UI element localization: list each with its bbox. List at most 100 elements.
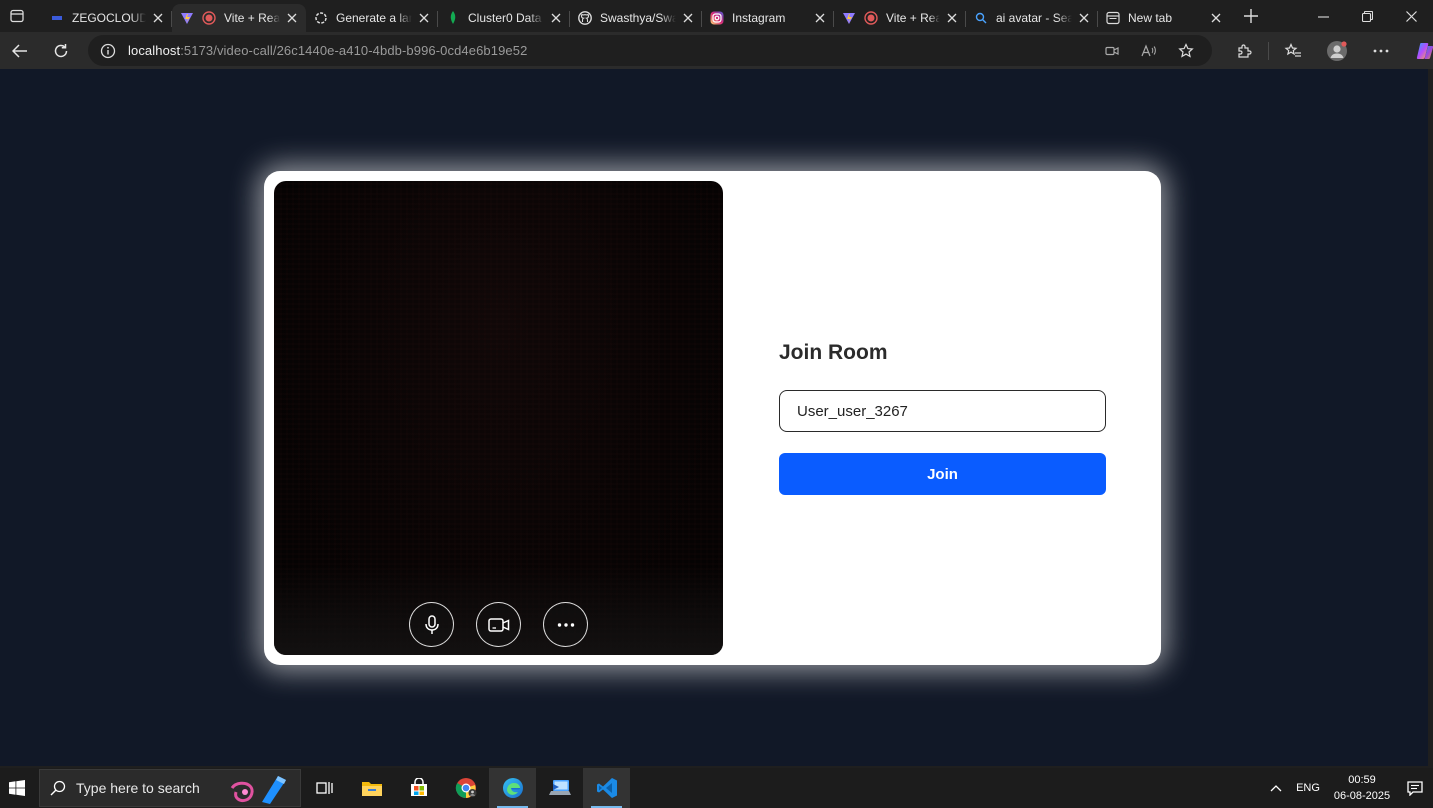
star-icon bbox=[1177, 42, 1194, 58]
github-icon bbox=[578, 10, 592, 25]
tab-generate[interactable]: Generate a lan bbox=[306, 4, 438, 32]
page-viewport: Join Room Join bbox=[0, 69, 1428, 766]
close-icon[interactable] bbox=[416, 10, 432, 26]
close-icon[interactable] bbox=[812, 10, 828, 26]
join-button[interactable]: Join bbox=[779, 453, 1106, 495]
edge-icon bbox=[502, 778, 523, 798]
start-button[interactable] bbox=[0, 768, 34, 808]
copilot-button[interactable] bbox=[1403, 32, 1433, 69]
video-camera-icon bbox=[1104, 46, 1119, 55]
task-view-icon bbox=[315, 782, 333, 794]
tab-new-tab[interactable]: New tab bbox=[1098, 4, 1230, 32]
search-icon bbox=[974, 11, 988, 25]
favorite-star-button[interactable] bbox=[1167, 35, 1204, 66]
folder-icon bbox=[361, 782, 382, 796]
tab-zegocloud[interactable]: ZEGOCLOUD C bbox=[42, 4, 172, 32]
close-icon bbox=[1405, 10, 1417, 22]
tab-title: ai avatar - Sear bbox=[996, 10, 1072, 25]
store-icon bbox=[410, 778, 427, 796]
file-explorer-button[interactable] bbox=[348, 768, 395, 808]
close-icon[interactable] bbox=[150, 10, 166, 26]
notifications-button[interactable] bbox=[1397, 780, 1433, 796]
tab-cluster0[interactable]: Cluster0 Data | bbox=[438, 4, 570, 32]
site-info-button[interactable] bbox=[88, 43, 128, 59]
tab-title: Swasthya/Swas bbox=[600, 10, 676, 25]
vite-icon bbox=[842, 11, 856, 25]
camera-permission-button[interactable] bbox=[1093, 35, 1130, 66]
camera-button[interactable] bbox=[476, 602, 521, 647]
avatar bbox=[1327, 40, 1347, 61]
tab-title: Generate a lan bbox=[336, 10, 412, 25]
remote-desktop-icon bbox=[548, 780, 571, 795]
new-tab-button[interactable] bbox=[1236, 1, 1266, 31]
camera-preview bbox=[274, 181, 723, 655]
join-room-title: Join Room bbox=[779, 341, 888, 364]
close-icon[interactable] bbox=[1076, 10, 1092, 26]
task-view-button[interactable] bbox=[301, 768, 348, 808]
restore-icon bbox=[1361, 10, 1373, 22]
extensions-button[interactable] bbox=[1222, 32, 1266, 69]
chrome-icon bbox=[455, 778, 476, 799]
tab-actions-icon bbox=[10, 9, 24, 23]
microphone-button[interactable] bbox=[409, 602, 454, 647]
toolbar-right bbox=[1222, 32, 1433, 69]
url-host: localhost bbox=[128, 43, 181, 58]
more-options-button[interactable] bbox=[543, 602, 588, 647]
clock[interactable]: 00:59 06-08-2025 bbox=[1327, 772, 1397, 804]
close-icon[interactable] bbox=[548, 10, 564, 26]
tab-title: Instagram bbox=[732, 10, 786, 25]
username-input[interactable] bbox=[779, 390, 1106, 432]
search-highlight-icon bbox=[230, 776, 286, 804]
recording-icon bbox=[864, 10, 878, 25]
microsoft-store-button[interactable] bbox=[395, 768, 442, 808]
close-window-button[interactable] bbox=[1389, 0, 1433, 32]
zego-icon bbox=[50, 11, 64, 25]
tab-title: Vite + Rea bbox=[224, 10, 280, 25]
tab-instagram[interactable]: Instagram bbox=[702, 4, 834, 32]
url-path: :5173/video-call/26c1440e-a410-4bdb-b996… bbox=[180, 43, 528, 58]
close-icon[interactable] bbox=[680, 10, 696, 26]
settings-more-button[interactable] bbox=[1359, 32, 1403, 69]
copilot-icon bbox=[1416, 42, 1433, 59]
read-aloud-button[interactable] bbox=[1130, 35, 1167, 66]
favorites-button[interactable] bbox=[1271, 32, 1315, 69]
read-aloud-icon bbox=[1140, 43, 1156, 56]
close-icon[interactable] bbox=[284, 10, 300, 26]
browser-toolbar: localhost:5173/video-call/26c1440e-a410-… bbox=[0, 32, 1433, 69]
show-hidden-icons-button[interactable] bbox=[1263, 784, 1289, 792]
tab-vite-active[interactable]: Vite + Rea bbox=[172, 3, 306, 32]
close-icon[interactable] bbox=[1208, 10, 1224, 26]
tab-vite-2[interactable]: Vite + Rea bbox=[834, 4, 966, 32]
address-bar[interactable]: localhost:5173/video-call/26c1440e-a410-… bbox=[88, 35, 1212, 66]
search-placeholder: Type here to search bbox=[76, 780, 200, 796]
chrome-button[interactable] bbox=[442, 768, 489, 808]
back-button[interactable] bbox=[3, 35, 37, 67]
tab-title: ZEGOCLOUD C bbox=[72, 10, 146, 25]
tab-ai-avatar-search[interactable]: ai avatar - Sear bbox=[966, 4, 1098, 32]
clock-time: 00:59 bbox=[1348, 774, 1376, 786]
vite-icon bbox=[180, 11, 194, 25]
vscode-button[interactable] bbox=[583, 768, 630, 808]
windows-taskbar: Type here to search ENG 00:59 06-08-2025 bbox=[0, 768, 1433, 808]
profile-button[interactable] bbox=[1315, 32, 1359, 69]
remote-desktop-button[interactable] bbox=[536, 768, 583, 808]
camera-icon bbox=[487, 617, 509, 632]
close-icon[interactable] bbox=[944, 10, 960, 26]
taskbar-search[interactable]: Type here to search bbox=[39, 769, 301, 807]
join-room-card: Join Room Join bbox=[264, 171, 1161, 665]
refresh-icon bbox=[54, 43, 68, 57]
system-tray: ENG 00:59 06-08-2025 bbox=[1263, 768, 1433, 808]
microphone-icon bbox=[424, 614, 439, 634]
tab-github[interactable]: Swasthya/Swas bbox=[570, 4, 702, 32]
window-edge bbox=[1428, 69, 1433, 766]
refresh-button[interactable] bbox=[44, 35, 78, 67]
restore-button[interactable] bbox=[1345, 0, 1389, 32]
minimize-button[interactable] bbox=[1301, 0, 1345, 32]
edge-button[interactable] bbox=[489, 768, 536, 808]
openai-icon bbox=[314, 11, 328, 25]
tab-title: Cluster0 Data | bbox=[468, 10, 544, 25]
tab-actions-button[interactable] bbox=[0, 0, 34, 32]
recording-icon bbox=[202, 10, 216, 25]
language-indicator[interactable]: ENG bbox=[1289, 782, 1327, 794]
chevron-up-icon bbox=[1270, 785, 1282, 792]
